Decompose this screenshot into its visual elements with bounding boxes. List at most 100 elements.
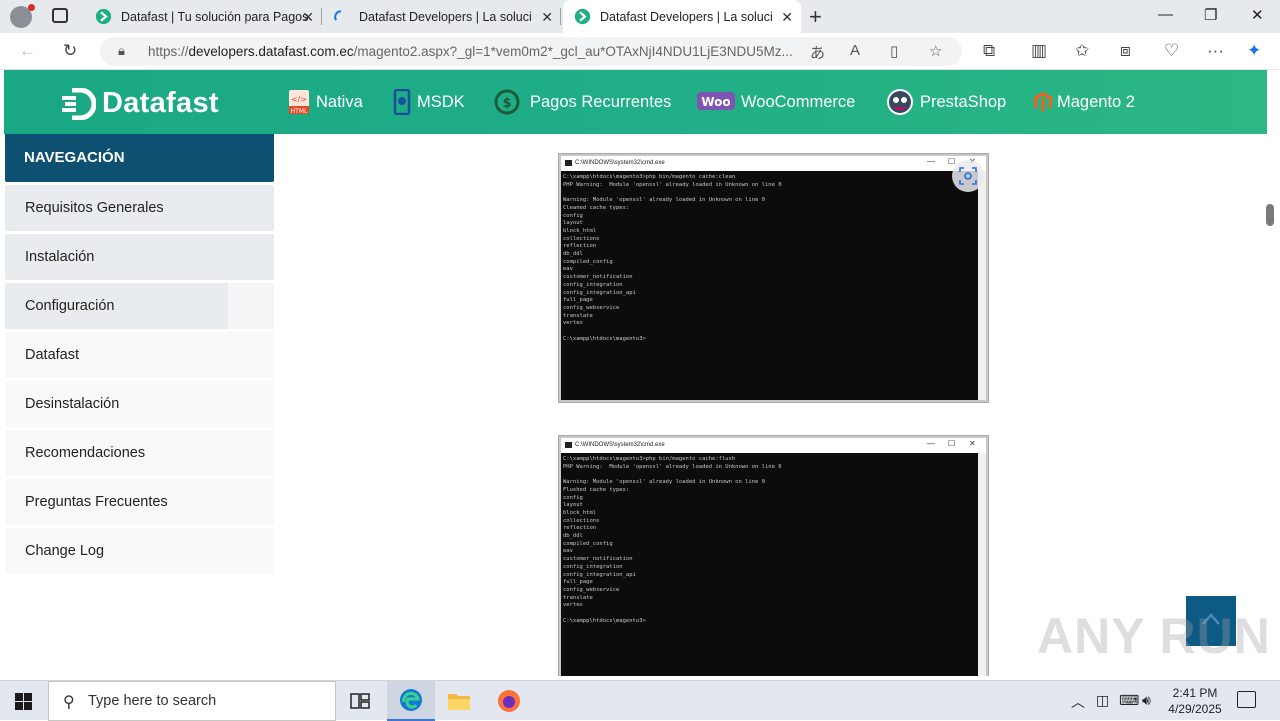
nav-label: WooCommerce [741, 92, 856, 111]
prestashop-icon [886, 88, 914, 116]
device-icon[interactable]: ◫ [1096, 692, 1109, 709]
browser-essentials-icon[interactable]: ♡ [1164, 41, 1179, 61]
anyrun-watermark: ANY RUN [1037, 608, 1271, 664]
nav-msdk[interactable]: MSDK [393, 70, 465, 134]
site-header: Datafast </> HTML Nativa MSDK $ Pagos Rec… [4, 70, 1267, 134]
nav-label: PrestaShop [920, 92, 1007, 111]
datafast-logo[interactable]: Datafast [62, 87, 219, 120]
tab-actions-icon[interactable] [52, 8, 68, 23]
cmd-title-text: C:\WINDOWS\system32\cmd.exe [575, 160, 665, 166]
taskbar-search-box[interactable]: ⚲ Type here to search [48, 681, 336, 721]
cmd-maximize-icon: ☐ [948, 157, 956, 166]
html-icon: </> HTML [288, 89, 310, 115]
nav-nativa[interactable]: </> HTML Nativa [288, 70, 363, 134]
minimize-icon[interactable]: ― [1158, 6, 1173, 23]
refresh-icon[interactable]: ↻ [63, 41, 77, 61]
more-options-icon[interactable]: ··· [1207, 41, 1224, 61]
logo-text: Datafast [102, 87, 219, 119]
restore-icon[interactable]: ❐ [1204, 6, 1217, 24]
cmd-maximize-icon: ☐ [948, 439, 956, 448]
new-tab-icon[interactable]: + [809, 4, 822, 30]
tab-title: Datafast Developers | La solución [359, 9, 531, 24]
datafast-favicon-icon [94, 8, 112, 26]
sidebar-heading: NAVEGACIÓN [5, 134, 274, 182]
svg-text:HTML: HTML [291, 108, 308, 115]
address-toolbar: ← ↻ 🔒︎ https://developers.datafast.com.e… [0, 33, 1280, 70]
notification-center-icon[interactable] [1237, 691, 1256, 708]
split-screen-icon[interactable]: ▥ [1031, 41, 1047, 61]
show-hidden-icons-icon[interactable]: ︿ [1071, 692, 1085, 712]
tab-title: Datafast Developers | La solución [600, 9, 772, 24]
cmd-minimize-icon: — [927, 439, 935, 448]
network-icon[interactable]: ⌨ [1119, 692, 1139, 709]
extensions-icon[interactable]: ⧉ [983, 41, 995, 61]
url-text[interactable]: https://developers.datafast.com.ec/magen… [148, 44, 800, 59]
close-tab-icon[interactable]: ✕ [302, 9, 314, 26]
address-bar[interactable]: 🔒︎ https://developers.datafast.com.ec/ma… [100, 37, 962, 66]
favorites-icon[interactable]: ✩ [1075, 41, 1089, 61]
lock-icon[interactable]: 🔒︎ [118, 43, 125, 59]
clock-time: 2:41 PM [1172, 686, 1218, 700]
nav-label: MSDK [417, 92, 465, 111]
translate-icon[interactable]: あ [810, 42, 825, 63]
datafast-favicon-icon [573, 8, 591, 26]
sidebar-item-change-log[interactable]: Change Log [5, 528, 274, 574]
close-tab-icon[interactable]: ✕ [781, 9, 793, 26]
nav-magento-2[interactable]: Magento 2 [1033, 70, 1135, 134]
search-placeholder: Type here to search [88, 693, 217, 709]
sidebar-item-instalacion[interactable]: Instalación [5, 234, 274, 280]
copilot-icon[interactable]: ✦ [1247, 41, 1261, 61]
cmd-window-title: C:\WINDOWS\system32\cmd.exe — ☐ ✕ [561, 156, 986, 171]
mobile-sdk-icon [393, 89, 411, 115]
svg-text:</>: </> [291, 95, 307, 104]
cmd-output: C:\xampp\htdocs\magento3>php bin/magento… [563, 456, 782, 624]
volume-icon[interactable]: 🔊︎ [1142, 692, 1151, 709]
close-tab-icon[interactable]: ✕ [541, 9, 553, 26]
browser-tab-1[interactable]: Datafast | Tu solución para Pagos ✕ [84, 0, 322, 33]
cmd-output: C:\xampp\htdocs\magento3>php bin/magento… [563, 174, 782, 342]
browser-tab-bar: Datafast | Tu solución para Pagos ✕ Data… [0, 0, 1280, 33]
nav-label: Pagos Recurrentes [530, 92, 672, 111]
tab-title: Datafast | Tu solución para Pagos [121, 9, 309, 24]
sidebar-item-datafast[interactable]: Datafast [5, 332, 274, 378]
collections-icon[interactable]: ⧈ [1120, 41, 1131, 61]
zoom-image-icon[interactable] [952, 160, 984, 192]
recurring-payments-icon: $ [490, 89, 524, 115]
sidebar-item-configuracion[interactable]: Configuración [5, 283, 274, 329]
woocommerce-icon: Woo [697, 91, 735, 113]
sidebar-item-preguntas-frecuentes[interactable]: Preguntas Frecuentes [5, 479, 274, 525]
nav-woocommerce[interactable]: Woo WooCommerce [697, 70, 855, 134]
sidebar-item-requisitos-generales[interactable]: Requisitos Generales [5, 185, 274, 231]
nav-prestashop[interactable]: PrestaShop [886, 70, 1006, 134]
browser-tab-2[interactable]: Datafast Developers | La solución ✕ [322, 0, 561, 33]
cmd-scrollbar [978, 453, 986, 676]
close-window-icon[interactable]: ✕ [1251, 6, 1264, 24]
sidebar-item-desinstalacion[interactable]: Desinstalación [5, 381, 274, 427]
profile-avatar-icon[interactable] [10, 4, 35, 28]
screenshot-cache-clean[interactable]: C:\WINDOWS\system32\cmd.exe — ☐ ✕ C:\xam… [559, 154, 988, 402]
nav-pagos-recurrentes[interactable]: $ Pagos Recurrentes [490, 70, 671, 134]
firefox-icon[interactable] [485, 681, 533, 721]
screenshot-cache-flush[interactable]: C:\WINDOWS\system32\cmd.exe — ☐ ✕ C:\xam… [559, 436, 988, 676]
loading-favicon-icon [332, 8, 350, 26]
file-explorer-icon[interactable] [435, 681, 483, 721]
svg-text:$: $ [502, 96, 511, 111]
read-aloud-icon[interactable]: A [850, 42, 860, 59]
browser-tab-3-active[interactable]: Datafast Developers | La solución ✕ [563, 0, 801, 33]
windows-start-icon[interactable] [15, 693, 32, 710]
cmd-window-title: C:\WINDOWS\system32\cmd.exe — ☐ ✕ [561, 438, 986, 453]
svg-text:Woo: Woo [701, 95, 730, 109]
sidebar-item-recomendaciones[interactable]: Recomendaciones [5, 430, 274, 476]
back-icon[interactable]: ← [19, 41, 36, 61]
cmd-title-text: C:\WINDOWS\system32\cmd.exe [575, 442, 665, 448]
task-view-icon[interactable] [336, 681, 384, 721]
edge-browser-icon[interactable] [387, 681, 435, 721]
magento-icon [1033, 91, 1053, 113]
favorite-star-icon[interactable]: ☆ [929, 42, 942, 60]
sidebar-navigation: NAVEGACIÓN Requisitos Generales Instalac… [5, 134, 274, 574]
cmd-scrollbar [978, 171, 986, 400]
page-scrollbar-thumb[interactable] [1266, 204, 1274, 226]
immersive-reader-icon[interactable]: ▯ [890, 42, 898, 60]
system-clock[interactable]: 2:41 PM 4/29/2025 [1166, 685, 1224, 717]
clock-date: 4/29/2025 [1168, 702, 1222, 716]
